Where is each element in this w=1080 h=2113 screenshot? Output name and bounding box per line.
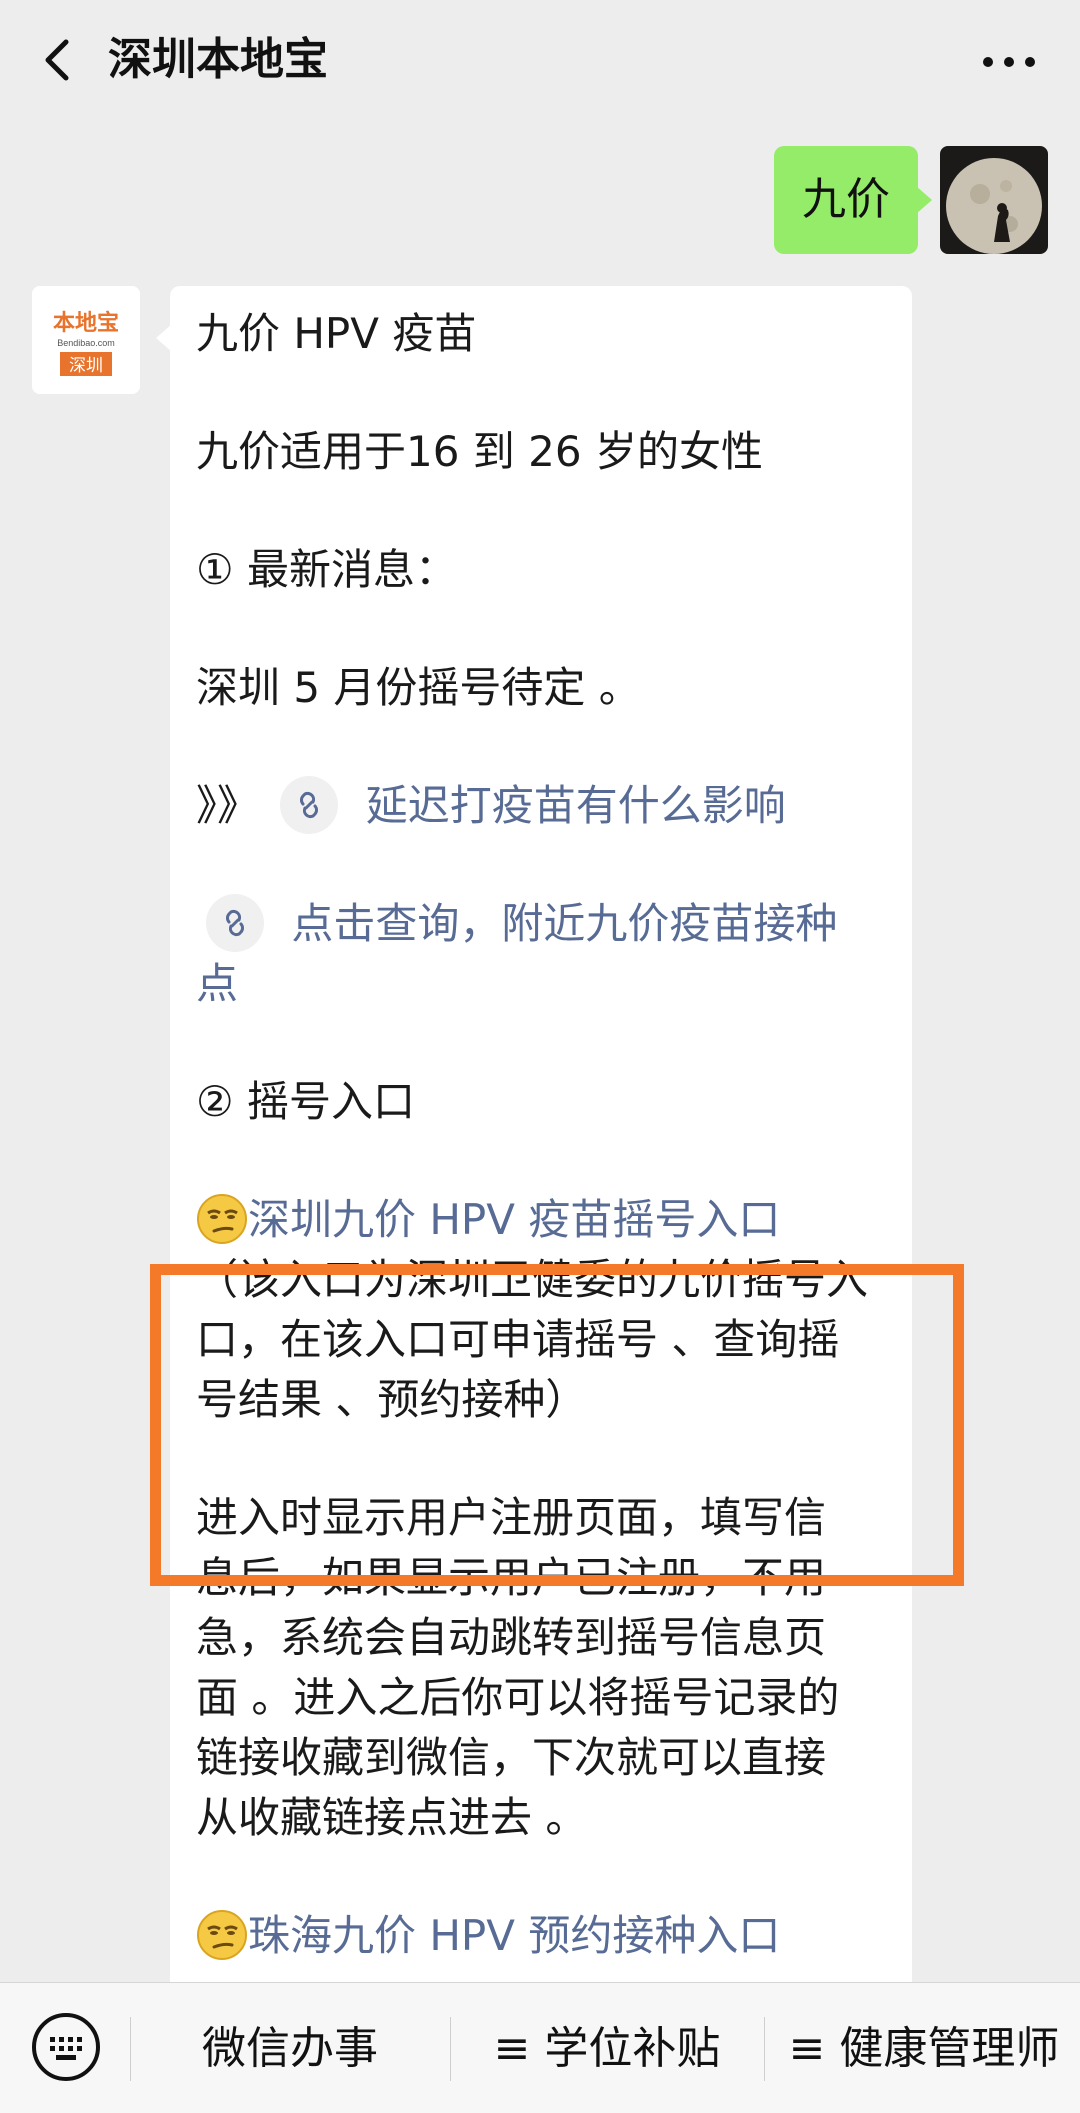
- chat-area[interactable]: 九价 本地宝 Bendibao.com 深圳 九价 HPV 疫苗 九价适用于16…: [0, 126, 1080, 1982]
- delay-link-row: 》》 延迟打疫苗有什么影响: [196, 775, 888, 836]
- nearby-clinic-link[interactable]: 点击查询，附近九价疫苗接种: [291, 899, 837, 948]
- mini-program-link-icon: [206, 893, 264, 952]
- bottom-menu-bar: 微信办事 ≡ 学位补贴 ≡ 健康管理师: [0, 1982, 1080, 2113]
- back-button[interactable]: [30, 30, 90, 90]
- mini-program-link-icon: [280, 775, 339, 834]
- query-link-row: 点击查询，附近九价疫苗接种: [196, 893, 888, 954]
- bendibao-avatar[interactable]: 本地宝 Bendibao.com 深圳: [32, 286, 140, 394]
- smirk-emoji-icon: [197, 1193, 247, 1244]
- instructions-line-3: 急，系统会自动跳转到摇号信息页: [196, 1613, 827, 1662]
- zhuhai-entry-row: 珠海九价 HPV 预约接种入口: [196, 1906, 888, 1966]
- logo-bottom-text: 深圳: [69, 356, 103, 375]
- zhuhai-hpv-entry-link[interactable]: 珠海九价 HPV 预约接种入口: [248, 1911, 780, 1960]
- arrows-text: 》》: [196, 781, 260, 830]
- section-entry-heading: ② 摇号入口: [196, 1077, 416, 1126]
- instructions-line-6: 从收藏链接点进去 。: [196, 1793, 588, 1842]
- menu-wechat-service[interactable]: 微信办事: [150, 1983, 430, 2113]
- menu-school-subsidy[interactable]: ≡ 学位补贴: [462, 1983, 752, 2113]
- keyboard-button[interactable]: [30, 2011, 102, 2083]
- bot-message-bubble[interactable]: 九价 HPV 疫苗 九价适用于16 到 26 岁的女性 ① 最新消息： 深圳 5…: [156, 286, 912, 1982]
- nav-header: 深圳本地宝: [0, 0, 1080, 126]
- highlight-box: [150, 1264, 964, 1586]
- more-icon: [983, 57, 1035, 67]
- menu-health-manager[interactable]: ≡ 健康管理师: [776, 1983, 1072, 2113]
- back-icon: [45, 39, 69, 81]
- self-message-bubble[interactable]: 九价: [774, 146, 932, 254]
- shenzhen-hpv-entry-link[interactable]: 深圳九价 HPV 疫苗摇号入口: [248, 1195, 780, 1244]
- self-avatar[interactable]: [940, 146, 1048, 254]
- smirk-emoji-icon: [197, 1909, 247, 1960]
- instructions-line-5: 链接收藏到微信，下次就可以直接: [196, 1733, 827, 1782]
- moon-avatar-image: [940, 146, 1048, 254]
- keyboard-icon: [32, 2013, 100, 2081]
- page-title: 深圳本地宝: [108, 34, 328, 85]
- message-title: 九价 HPV 疫苗: [196, 309, 477, 358]
- news-text: 深圳 5 月份摇号待定 。: [196, 663, 641, 712]
- logo-middle-text: Bendibao.com: [57, 338, 115, 348]
- instructions-line-4: 面 。进入之后你可以将摇号记录的: [196, 1673, 840, 1722]
- nearby-clinic-link-tail[interactable]: 点: [196, 954, 888, 1014]
- shenzhen-entry-row: 深圳九价 HPV 疫苗摇号入口: [196, 1190, 888, 1250]
- section-news-heading: ① 最新消息：: [196, 545, 458, 594]
- logo-top-text: 本地宝: [53, 310, 119, 335]
- suitable-text: 九价适用于16 到 26 岁的女性: [196, 427, 763, 476]
- bendibao-logo: 本地宝 Bendibao.com 深圳: [32, 286, 140, 394]
- delay-effect-link[interactable]: 延迟打疫苗有什么影响: [366, 781, 786, 830]
- more-button[interactable]: [974, 30, 1044, 90]
